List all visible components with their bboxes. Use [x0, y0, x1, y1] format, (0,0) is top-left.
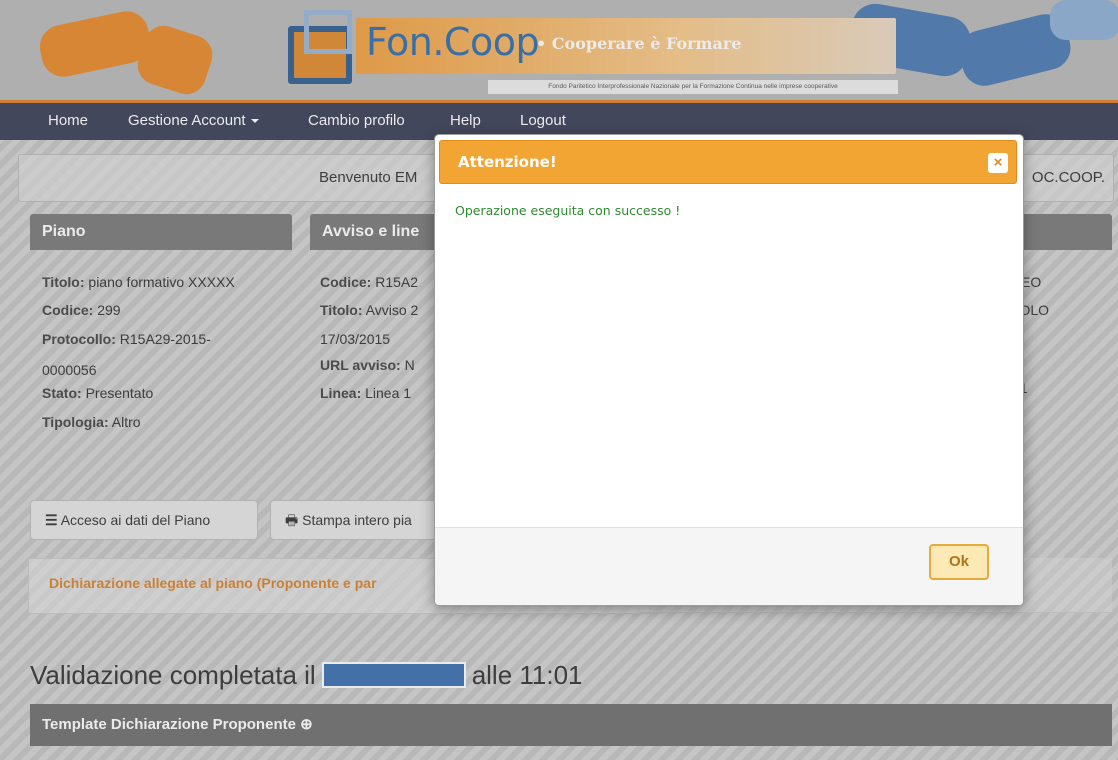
close-icon[interactable]: ×: [988, 153, 1008, 173]
dialog-header: Attenzione! ×: [439, 140, 1017, 184]
ok-button[interactable]: Ok: [929, 544, 989, 580]
dialog-message: Operazione eseguita con successo !: [455, 203, 681, 218]
dialog-title: Attenzione!: [458, 153, 557, 171]
dialog-footer: Ok: [435, 527, 1023, 605]
alert-dialog: Attenzione! × Operazione eseguita con su…: [434, 134, 1024, 606]
